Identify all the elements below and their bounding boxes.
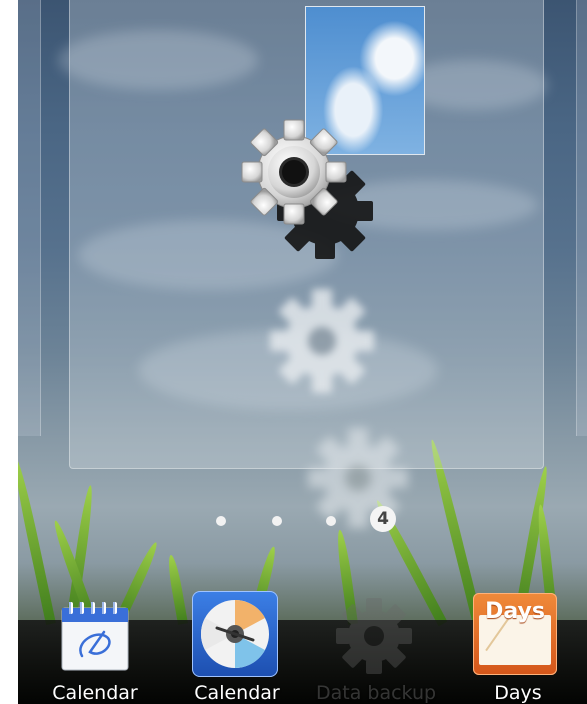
- app-calendar[interactable]: Calendar: [40, 588, 150, 704]
- disc-icon: [201, 600, 269, 668]
- page-dot[interactable]: [326, 516, 336, 526]
- calendar-icon: [61, 602, 129, 671]
- page-indicator[interactable]: 4: [213, 506, 413, 536]
- app-label: Data backup: [316, 682, 437, 704]
- previous-page-panel[interactable]: [18, 0, 41, 436]
- home-screen: 4 Calendar Calendar Data backup Days Day…: [18, 0, 587, 704]
- page-dot[interactable]: [216, 516, 226, 526]
- days-icon: Days: [473, 593, 557, 675]
- gear-icon: [336, 598, 412, 674]
- days-icon-text: Days: [485, 599, 545, 624]
- motion-gear-ghost-icon: [270, 289, 374, 393]
- page-dot[interactable]: [272, 516, 282, 526]
- app-label: Calendar: [52, 682, 138, 704]
- app-days[interactable]: Days Days: [463, 588, 573, 704]
- app-label: Calendar: [194, 682, 280, 704]
- app-data-backup[interactable]: Data backup: [316, 588, 437, 704]
- dragged-gear-icon[interactable]: [236, 114, 352, 230]
- next-page-panel[interactable]: [576, 0, 587, 436]
- app-calendar-disc[interactable]: Calendar: [182, 588, 292, 704]
- current-page-number[interactable]: 4: [370, 506, 396, 532]
- app-label: Days: [494, 682, 542, 704]
